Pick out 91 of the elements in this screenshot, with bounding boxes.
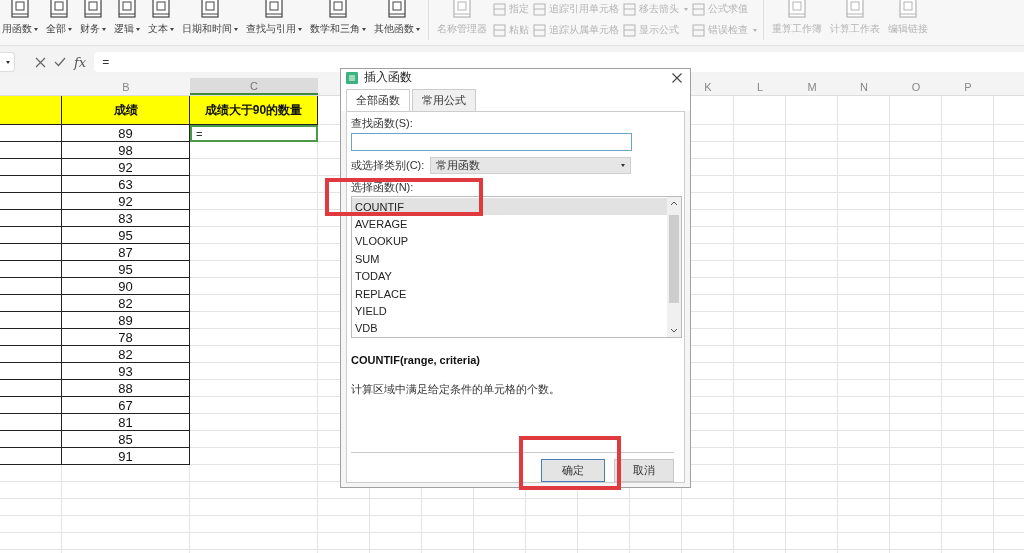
- column-header[interactable]: M: [786, 78, 838, 95]
- close-icon[interactable]: [672, 72, 682, 83]
- table-cell: [0, 142, 62, 159]
- table-cell: [0, 431, 62, 448]
- ribbon-button[interactable]: 日期和时间: [180, 0, 240, 36]
- list-item[interactable]: VLOOKUP: [352, 232, 667, 251]
- table-cell: [0, 244, 62, 261]
- insert-function-button[interactable]: fx: [74, 54, 87, 70]
- table-cell: 67: [62, 397, 190, 414]
- formula-input[interactable]: =: [94, 52, 1024, 72]
- cancel-icon[interactable]: [35, 56, 46, 68]
- header-cell: [0, 96, 62, 125]
- active-cell[interactable]: =: [190, 125, 318, 142]
- table-cell: [0, 278, 62, 295]
- tool-icon: [533, 2, 546, 16]
- table-cell: [0, 193, 62, 210]
- tool-icon: [623, 23, 636, 37]
- table-cell: [0, 363, 62, 380]
- table-cell: [0, 176, 62, 193]
- table-cell: 98: [62, 142, 190, 159]
- list-item[interactable]: TODAY: [352, 267, 667, 285]
- category-dropdown[interactable]: 常用函数: [430, 157, 632, 174]
- table-cell: [0, 295, 62, 312]
- table-cell: 92: [62, 193, 190, 210]
- table-cell: 90: [62, 278, 190, 295]
- ribbon-button[interactable]: 查找与引用: [244, 0, 304, 36]
- check-icon[interactable]: [54, 57, 66, 67]
- table-cell: 82: [62, 346, 190, 363]
- tool-icon: [493, 23, 506, 37]
- table-cell: 87: [62, 244, 190, 261]
- search-field[interactable]: [351, 133, 632, 151]
- cancel-button[interactable]: 取消: [614, 459, 674, 482]
- table-cell: [0, 346, 62, 363]
- field-label: 选择函数(N):: [351, 180, 414, 195]
- table-cell: 63: [62, 176, 190, 193]
- table-cell: 95: [62, 227, 190, 244]
- caret-icon: [6, 60, 10, 64]
- table-cell: [0, 125, 62, 142]
- tab[interactable]: 常用公式: [412, 89, 476, 111]
- scrollbar[interactable]: [667, 197, 681, 337]
- caret-icon: [621, 164, 626, 167]
- table-cell: 95: [62, 261, 190, 278]
- table-cell: [0, 227, 62, 244]
- ribbon-button[interactable]: 文本: [146, 0, 176, 36]
- list-item[interactable]: SUM: [352, 250, 667, 268]
- tool-icon: [533, 23, 546, 37]
- tab[interactable]: 全部函数: [346, 89, 410, 111]
- table-cell: 81: [62, 414, 190, 431]
- ribbon-button[interactable]: 全部: [44, 0, 74, 36]
- table-cell: 78: [62, 329, 190, 346]
- tool-icon: [692, 2, 705, 16]
- table-cell: 82: [62, 295, 190, 312]
- table-cell: 89: [62, 125, 190, 142]
- header-cell: 成绩大于90的数量: [190, 96, 318, 125]
- scroll-up-icon[interactable]: [670, 201, 678, 206]
- table-cell: [0, 312, 62, 329]
- table-cell: 83: [62, 210, 190, 227]
- table-cell: 91: [62, 448, 190, 465]
- table-cell: [0, 261, 62, 278]
- list-item[interactable]: VDB: [352, 319, 667, 337]
- dialog-title: 插入函数: [364, 69, 412, 86]
- ribbon-button[interactable]: 逻辑: [112, 0, 142, 36]
- tool-icon: [692, 23, 705, 37]
- table-cell: 88: [62, 380, 190, 397]
- table-cell: [0, 329, 62, 346]
- field-label: 查找函数(S):: [351, 116, 413, 131]
- table-cell: [0, 414, 62, 431]
- ribbon-button[interactable]: 其他函数: [372, 0, 422, 36]
- function-signature: COUNTIF(range, criteria): [351, 354, 480, 366]
- table-cell: [0, 159, 62, 176]
- table-cell: [0, 397, 62, 414]
- table-cell: 85: [62, 431, 190, 448]
- table-cell: 92: [62, 159, 190, 176]
- ribbon-button[interactable]: 财务: [78, 0, 108, 36]
- table-cell: 93: [62, 363, 190, 380]
- tool-icon: [623, 2, 636, 16]
- list-item[interactable]: YIELD: [352, 302, 667, 320]
- table-cell: [0, 448, 62, 465]
- header-cell: 成绩: [62, 96, 190, 125]
- ribbon-button[interactable]: 用函数: [0, 0, 40, 36]
- table-cell: [0, 380, 62, 397]
- list-item[interactable]: REPLACE: [352, 284, 667, 303]
- table-cell: 89: [62, 312, 190, 329]
- table-cell: [0, 210, 62, 227]
- list-item[interactable]: AVERAGE: [352, 215, 667, 233]
- ribbon-button[interactable]: 数学和三角: [308, 0, 368, 36]
- scroll-down-icon[interactable]: [670, 328, 678, 333]
- function-description: 计算区域中满足给定条件的单元格的个数。: [351, 382, 560, 397]
- field-label: 或选择类别(C):: [351, 158, 425, 173]
- tool-icon: [493, 2, 506, 16]
- ok-button[interactable]: 确定: [541, 459, 605, 482]
